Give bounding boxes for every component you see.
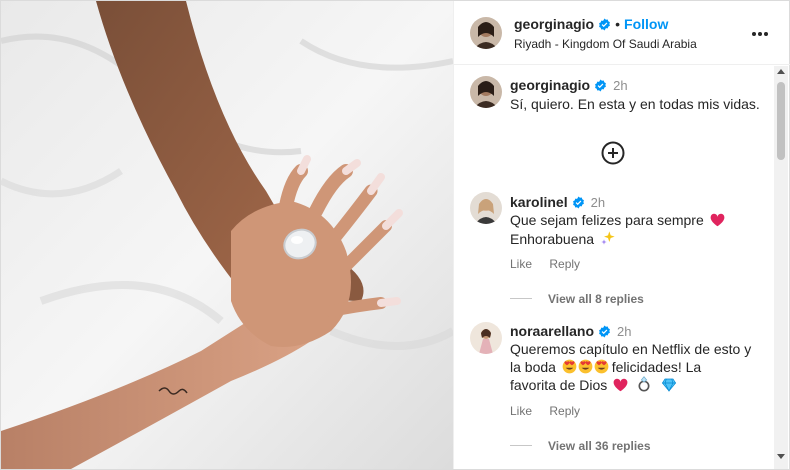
comment-text-line: Que sejam felizes para sempre [510, 211, 725, 230]
heart-eyes-emoji [578, 359, 593, 374]
comment-text: favorita de Dios [510, 377, 608, 393]
comments-list: georginagio 2h Sí, quiero. En esta y en t… [454, 66, 776, 469]
comment-text: Que sejam felizes para sempre [510, 212, 704, 228]
caption-avatar[interactable] [470, 76, 502, 108]
comment-actions: Like Reply [510, 404, 580, 418]
view-replies-button[interactable]: View all 36 replies [548, 439, 651, 453]
comment-text-line: la boda felicidades! La [510, 358, 701, 377]
author-avatar[interactable] [470, 17, 502, 49]
follow-button[interactable]: Follow [624, 16, 668, 32]
red-heart-emoji [613, 378, 628, 392]
scrollbar-thumb[interactable] [777, 82, 785, 160]
red-heart-emoji [710, 213, 725, 227]
comment-text-line: favorita de Dios [510, 376, 677, 395]
view-replies-button[interactable]: View all 8 replies [548, 292, 644, 306]
post-header: georginagio • Follow Riyadh - Kingdom Of S… [454, 1, 790, 65]
scroll-down-arrow-icon[interactable] [777, 454, 785, 459]
comment-text: Queremos capítulo en Netflix de esto y [510, 341, 752, 357]
caption-text: Sí, quiero. En esta y en todas mis vidas… [510, 96, 760, 112]
add-circle-icon[interactable] [601, 141, 625, 165]
view-replies-row: View all 8 replies [510, 290, 644, 308]
heart-eyes-emoji [594, 359, 609, 374]
comment-text: Enhorabuena [510, 231, 595, 247]
post-photo[interactable] [1, 1, 453, 469]
heart-eyes-emoji [562, 359, 577, 374]
view-replies-row: View all 36 replies [510, 437, 651, 455]
reply-button[interactable]: Reply [549, 404, 580, 418]
like-button[interactable]: Like [510, 404, 532, 418]
caption-username[interactable]: georginagio [510, 77, 590, 93]
comments-scrollbar[interactable] [774, 66, 788, 469]
comment-text-line: Enhorabuena [510, 230, 615, 249]
caption-time[interactable]: 2h [613, 78, 627, 93]
comment-time[interactable]: 2h [591, 195, 605, 210]
comment-username[interactable]: noraarellano [510, 323, 594, 339]
reply-button[interactable]: Reply [549, 257, 580, 271]
scroll-up-arrow-icon[interactable] [777, 69, 785, 74]
comment-actions: Like Reply [510, 257, 580, 271]
comment-avatar[interactable] [470, 322, 502, 354]
sparkles-emoji [600, 230, 615, 245]
author-line: georginagio • Follow [514, 16, 668, 36]
comment-time[interactable]: 2h [617, 324, 631, 339]
comment-text: felicidades! La [611, 359, 702, 375]
more-options-icon[interactable] [752, 23, 770, 37]
post-location[interactable]: Riyadh - Kingdom Of Saudi Arabia [514, 37, 697, 51]
comment-text: la boda [510, 359, 556, 375]
reply-divider [510, 298, 532, 300]
comment-username[interactable]: karolinel [510, 194, 568, 210]
post-side-panel: georginagio • Follow Riyadh - Kingdom Of S… [453, 1, 790, 469]
like-button[interactable]: Like [510, 257, 532, 271]
ring-emoji [637, 376, 651, 392]
gem-emoji [661, 378, 677, 392]
reply-divider [510, 445, 532, 447]
separator-dot: • [615, 16, 621, 32]
author-username[interactable]: georginagio [514, 16, 594, 32]
verified-badge-icon [598, 18, 611, 36]
comment-avatar[interactable] [470, 192, 502, 224]
caption-header: georginagio 2h [510, 77, 628, 97]
